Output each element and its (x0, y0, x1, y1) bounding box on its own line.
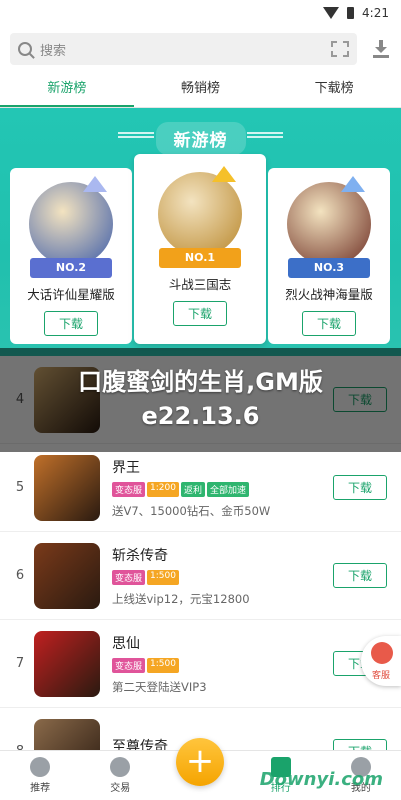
tab-new-games[interactable]: 新游榜 (0, 72, 134, 107)
customer-service-icon (371, 642, 393, 664)
promo-overlay: 口腹蜜剑的生肖,GM版e22.13.6 (0, 348, 401, 452)
exchange-icon (110, 757, 131, 777)
rank-number: 6 (15, 568, 25, 583)
wifi-icon (323, 7, 340, 19)
search-placeholder: 搜索 (40, 43, 67, 59)
game-art (287, 176, 371, 266)
shield-icon (30, 757, 51, 777)
rank-number: 5 (15, 480, 25, 495)
game-name: 烈火战神海量版 (285, 287, 373, 302)
game-description: 第二天登陆送VIP3 (112, 679, 207, 694)
list-item[interactable]: 6 斩杀传奇 变态服 1:500 上线送vip12，元宝12800 下载 (0, 532, 401, 620)
customer-service-label: 客服 (371, 671, 390, 681)
tag-list: 变态服 1:500 (112, 569, 333, 585)
download-button[interactable]: 下载 (332, 475, 387, 500)
top-ranking-banner: 新游榜 NO.2 大话许仙星耀版 下载 NO.1 斗战三国志 下载 NO.3 烈… (0, 108, 401, 358)
crown-icon (341, 176, 365, 192)
tag-badge: 1:200 (147, 481, 179, 497)
tag-list: 变态服 1:200 返利 全部加速 (112, 481, 333, 497)
tag-badge: 全部加速 (206, 481, 249, 497)
rank-number: 7 (15, 656, 25, 671)
game-description: 送V7、15000钻石、金币50W (112, 503, 271, 518)
ranking-tabs: 新游榜 畅销榜 下载榜 (0, 72, 401, 108)
download-button[interactable]: 下载 (43, 311, 98, 336)
tag-badge: 变态服 (112, 569, 146, 585)
tag-badge: 1:500 (147, 657, 179, 673)
game-icon (34, 542, 100, 609)
tag-badge: 1:500 (147, 569, 179, 585)
download-button[interactable]: 下载 (172, 301, 227, 326)
top-game-card-1[interactable]: NO.1 斗战三国志 下载 (134, 154, 266, 344)
game-art (158, 166, 242, 256)
banner-title: 新游榜 (0, 122, 401, 155)
tab-downloads[interactable]: 下载榜 (267, 72, 401, 107)
search-input[interactable]: 搜索 (10, 33, 357, 65)
status-time: 4:21 (362, 6, 389, 20)
game-info: 斩杀传奇 变态服 1:500 上线送vip12，元宝12800 (112, 545, 333, 607)
game-name: 斩杀传奇 (112, 547, 168, 564)
scan-icon[interactable] (331, 41, 349, 57)
rank-ribbon: NO.3 (288, 258, 370, 278)
game-name: 大话许仙星耀版 (27, 287, 115, 302)
download-button[interactable]: 下载 (301, 311, 356, 336)
top-game-card-2[interactable]: NO.2 大话许仙星耀版 下载 (10, 168, 132, 344)
nav-trade[interactable]: 交易 (80, 751, 160, 800)
game-description: 上线送vip12，元宝12800 (112, 591, 250, 606)
tag-badge: 变态服 (112, 657, 146, 673)
nav-label: 推荐 (30, 783, 51, 794)
battery-icon (347, 7, 355, 19)
download-manager-icon[interactable] (371, 39, 391, 59)
game-name: 界王 (112, 459, 140, 476)
list-item[interactable]: 7 思仙 变态服 1:500 第二天登陆送VIP3 下载 (0, 620, 401, 708)
watermark: Downyi.com (259, 769, 383, 790)
tag-list: 变态服 1:500 (112, 657, 333, 673)
tab-bestsellers[interactable]: 畅销榜 (134, 72, 268, 107)
search-bar: 搜索 (0, 26, 401, 72)
game-name: 思仙 (112, 635, 140, 652)
game-icon (34, 454, 100, 521)
search-icon (18, 42, 32, 56)
rank-ribbon: NO.1 (159, 248, 241, 268)
nav-recommend[interactable]: 推荐 (0, 751, 80, 800)
overlay-title: 口腹蜜剑的生肖,GM版e22.13.6 (78, 368, 323, 430)
game-info: 思仙 变态服 1:500 第二天登陆送VIP3 (112, 633, 333, 695)
download-button[interactable]: 下载 (332, 563, 387, 588)
game-name: 斗战三国志 (168, 277, 232, 292)
crown-icon (83, 176, 107, 192)
game-icon (34, 630, 100, 697)
top-game-card-3[interactable]: NO.3 烈火战神海量版 下载 (268, 168, 390, 344)
tag-badge: 变态服 (112, 481, 146, 497)
list-item[interactable]: 5 界王 变态服 1:200 返利 全部加速 送V7、15000钻石、金币50W 下载 (0, 444, 401, 532)
tag-badge: 返利 (180, 481, 205, 497)
game-art (29, 176, 113, 266)
status-bar: 4:21 (0, 0, 401, 26)
add-button[interactable]: + (176, 738, 224, 786)
game-info: 界王 变态服 1:200 返利 全部加速 送V7、15000钻石、金币50W (112, 457, 333, 519)
rank-ribbon: NO.2 (30, 258, 112, 278)
nav-label: 交易 (110, 783, 131, 794)
crown-icon (212, 166, 236, 182)
